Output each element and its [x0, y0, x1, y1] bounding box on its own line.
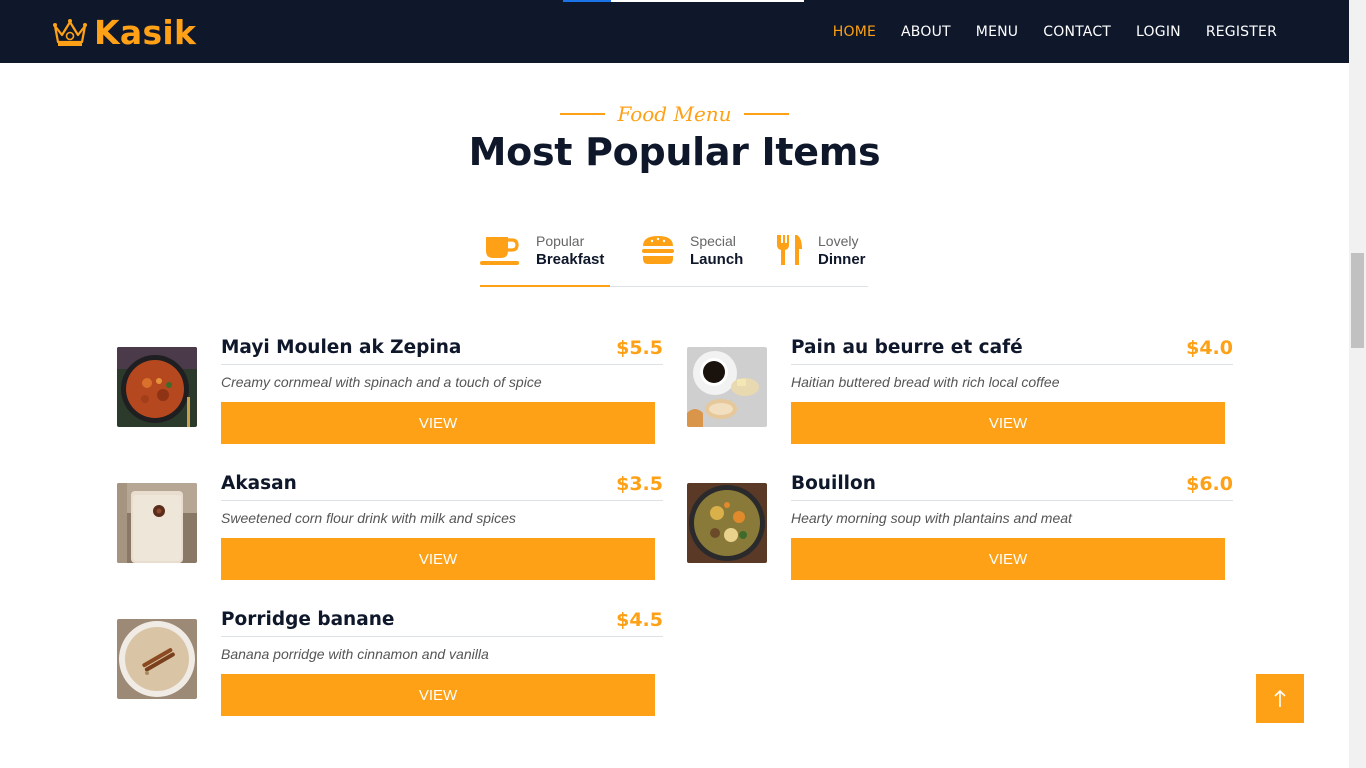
menu-item: Bouillon $6.0 Hearty morning soup with p… — [687, 469, 1233, 580]
crown-icon — [53, 19, 87, 46]
brand-logo[interactable]: Kasik — [52, 12, 196, 52]
hamburger-icon — [640, 233, 676, 267]
menu-item: Akasan $3.5 Sweetened corn flour drink w… — [117, 469, 663, 580]
nav-register[interactable]: REGISTER — [1206, 24, 1277, 40]
food-image — [117, 483, 197, 563]
page-scrollbar[interactable] — [1349, 0, 1366, 768]
tab-breakfast-small: Popular — [536, 233, 585, 249]
food-image — [117, 619, 197, 699]
tab-launch[interactable]: Special Launch — [640, 227, 750, 287]
item-name: Akasan — [221, 473, 297, 494]
item-price: $4.0 — [1186, 336, 1233, 359]
item-description: Sweetened corn flour drink with milk and… — [221, 510, 516, 526]
item-description: Creamy cornmeal with spinach and a touch… — [221, 374, 542, 390]
food-image — [687, 347, 767, 427]
section-subtitle: Food Menu — [617, 102, 732, 126]
utensils-icon — [774, 233, 804, 267]
food-image — [687, 483, 767, 563]
tab-dinner-label: Dinner — [818, 251, 866, 268]
item-price: $4.5 — [616, 608, 663, 631]
view-button[interactable]: VIEW — [221, 538, 655, 580]
item-price: $3.5 — [616, 472, 663, 495]
item-description: Hearty morning soup with plantains and m… — [791, 510, 1072, 526]
view-button[interactable]: VIEW — [221, 674, 655, 716]
page: Kasik HOME ABOUT MENU CONTACT LOGIN REGI… — [0, 0, 1366, 768]
tab-breakfast-label: Breakfast — [536, 251, 605, 268]
item-description: Banana porridge with cinnamon and vanill… — [221, 646, 489, 662]
item-name: Bouillon — [791, 473, 876, 494]
coffee-cup-icon — [480, 233, 520, 267]
menu-tabs: Popular Breakfast Special Launch Lovely … — [480, 227, 868, 287]
menu-item: Pain au beurre et café $4.0 Haitian butt… — [687, 333, 1233, 444]
tab-launch-label: Launch — [690, 251, 744, 268]
nav-menu[interactable]: MENU — [976, 24, 1018, 40]
nav-contact[interactable]: CONTACT — [1043, 24, 1111, 40]
navbar: Kasik HOME ABOUT MENU CONTACT LOGIN REGI… — [0, 0, 1349, 63]
item-price: $6.0 — [1186, 472, 1233, 495]
loading-strip — [563, 0, 804, 2]
item-description: Haitian buttered bread with rich local c… — [791, 374, 1060, 390]
view-button[interactable]: VIEW — [791, 402, 1225, 444]
item-name: Porridge banane — [221, 609, 395, 630]
nav-login[interactable]: LOGIN — [1136, 24, 1181, 40]
view-button[interactable]: VIEW — [221, 402, 655, 444]
brand-name: Kasik — [94, 12, 197, 52]
scrollbar-thumb[interactable] — [1351, 253, 1364, 348]
view-button[interactable]: VIEW — [791, 538, 1225, 580]
back-to-top-button[interactable] — [1256, 674, 1304, 723]
menu-item: Mayi Moulen ak Zepina $5.5 Creamy cornme… — [117, 333, 663, 444]
nav-home[interactable]: HOME — [833, 24, 876, 40]
tab-dinner[interactable]: Lovely Dinner — [774, 227, 868, 287]
tab-dinner-small: Lovely — [818, 233, 859, 249]
food-image — [117, 347, 197, 427]
item-name: Pain au beurre et café — [791, 337, 1023, 358]
tab-breakfast[interactable]: Popular Breakfast — [480, 227, 610, 287]
menu-item: Porridge banane $4.5 Banana porridge wit… — [117, 605, 663, 716]
subtitle-line-right — [743, 113, 789, 115]
item-name: Mayi Moulen ak Zepina — [221, 337, 462, 358]
nav-about[interactable]: ABOUT — [901, 24, 951, 40]
tab-launch-small: Special — [690, 233, 736, 249]
arrow-up-icon — [1274, 689, 1286, 707]
subtitle-line-left — [560, 113, 606, 115]
main-nav: HOME ABOUT MENU CONTACT LOGIN REGISTER — [808, 0, 1277, 63]
section-title: Most Popular Items — [468, 130, 881, 174]
item-price: $5.5 — [616, 336, 663, 359]
section-subtitle-row: Food Menu — [0, 100, 1349, 128]
